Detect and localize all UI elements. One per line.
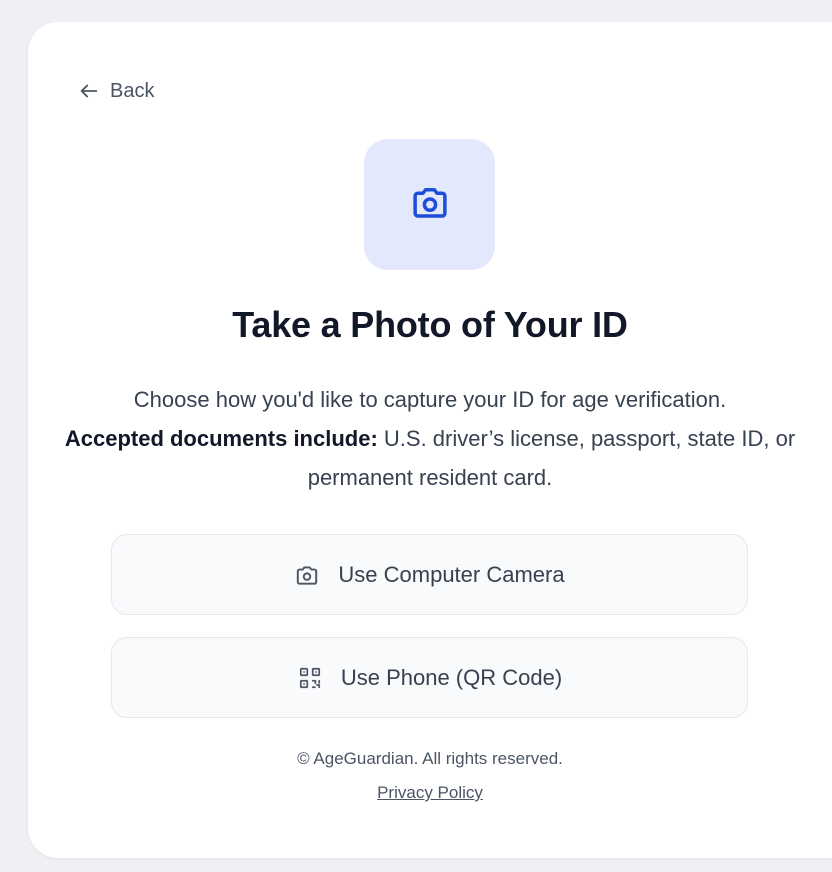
accepted-documents-list: U.S. driver’s license, passport, state I…: [307, 426, 796, 490]
back-button[interactable]: Back: [78, 76, 154, 106]
arrow-left-icon: [78, 80, 100, 102]
page-title: Take a Photo of Your ID: [232, 304, 628, 345]
use-phone-qr-label: Use Phone (QR Code): [340, 664, 563, 690]
camera-icon: [294, 562, 320, 588]
accepted-documents-label: Accepted documents include:: [64, 426, 378, 451]
camera-icon: [409, 181, 451, 228]
hero-icon-tile: [364, 139, 495, 270]
use-computer-camera-label: Use Computer Camera: [338, 561, 565, 587]
page-description: Choose how you'd like to capture your ID…: [60, 380, 800, 497]
description-line: Choose how you'd like to capture your ID…: [133, 387, 727, 412]
back-label: Back: [110, 79, 155, 102]
copyright-text: © AgeGuardian. All rights reserved.: [297, 749, 563, 768]
privacy-policy-link[interactable]: Privacy Policy: [377, 783, 483, 802]
page-background: Back Take a Photo of Your ID Choose how …: [0, 0, 832, 872]
use-phone-qr-button[interactable]: Use Phone (QR Code): [111, 637, 748, 718]
use-computer-camera-button[interactable]: Use Computer Camera: [111, 534, 748, 615]
privacy-policy-row: Privacy Policy: [0, 783, 832, 803]
qr-code-icon: [297, 665, 323, 691]
